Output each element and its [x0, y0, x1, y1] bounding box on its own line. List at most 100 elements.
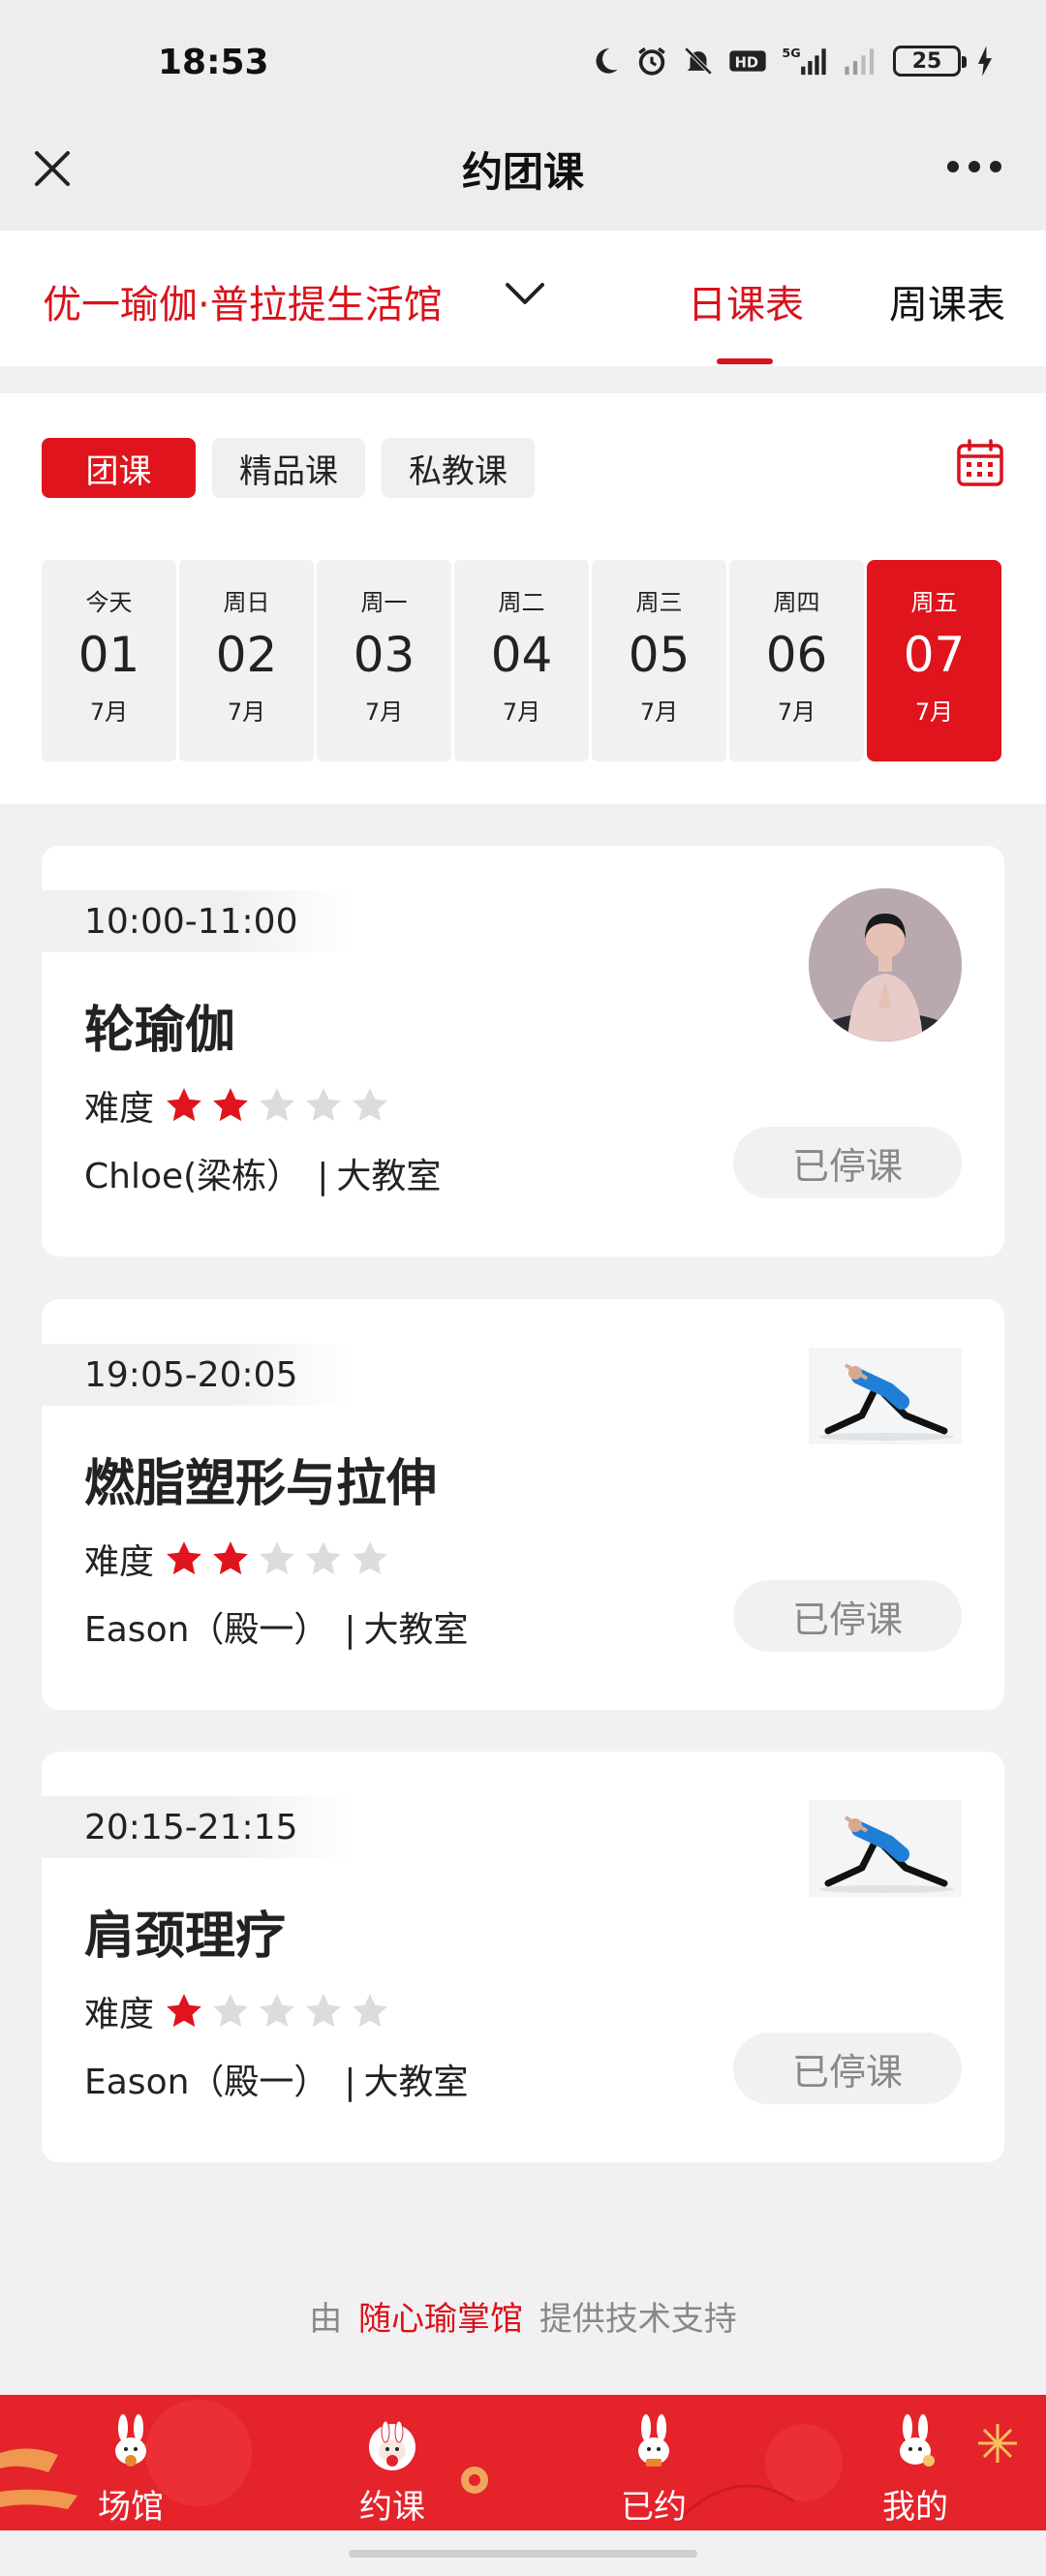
class-status-button[interactable]: 已停课 [733, 1580, 962, 1652]
class-teacher-room: Eason（殿一） | 大教室 [84, 1601, 469, 1652]
tab-day-schedule[interactable]: 日课表 [688, 273, 804, 329]
star-filled-icon [213, 1088, 248, 1122]
date-weekday: 周五 [910, 589, 958, 616]
class-time: 20:15-21:15 [42, 1796, 352, 1858]
date-cell[interactable]: 周一 03 7月 [317, 560, 451, 761]
star-empty-icon [260, 1088, 294, 1122]
star-empty-icon [260, 1541, 294, 1575]
class-thumbnail [809, 1800, 962, 1897]
difficulty-stars [164, 1991, 390, 2032]
teacher-name: Eason（殿一） [84, 1610, 329, 1650]
signal-icon [841, 45, 879, 78]
more-icon[interactable] [947, 157, 1001, 176]
chip-premium-class[interactable]: 精品课 [212, 438, 365, 498]
date-cell[interactable]: 周二 04 7月 [454, 560, 589, 761]
moon-icon [589, 45, 622, 78]
difficulty-label: 难度 [84, 1542, 155, 1582]
rabbit-icon [369, 2420, 415, 2470]
star-empty-icon [213, 1994, 248, 2028]
class-time: 10:00-11:00 [42, 890, 352, 952]
tab-booked[interactable]: 已约 [586, 2395, 722, 2530]
date-day: 05 [628, 627, 691, 683]
date-weekday: 今天 [85, 589, 133, 616]
filter-section: 团课 精品课 私教课 今天 01 7月 周日 02 7月 周一 03 7月 周二 04 7月 周… [0, 393, 1046, 804]
class-title: 燃脂塑形与拉伸 [84, 1455, 438, 1513]
star-filled-icon [167, 1088, 201, 1122]
teacher-avatar [809, 888, 962, 1041]
tab-booking[interactable]: 约课 [324, 2395, 460, 2530]
date-cell[interactable]: 周三 05 7月 [592, 560, 726, 761]
footer-brand-link[interactable]: 随心瑜掌馆 [358, 2300, 523, 2339]
svg-text:5G: 5G [782, 47, 800, 61]
class-difficulty: 难度 [84, 1986, 390, 2036]
star-filled-icon [213, 1541, 248, 1575]
date-cell-selected[interactable]: 周五 07 7月 [867, 560, 1001, 761]
star-empty-icon [306, 1994, 341, 2028]
class-teacher-room: Eason（殿一） | 大教室 [84, 2054, 469, 2104]
signal-5g-icon: 5G [781, 45, 827, 78]
date-day: 01 [77, 627, 140, 683]
date-cell[interactable]: 今天 01 7月 [42, 560, 176, 761]
class-card[interactable]: 20:15-21:15 肩颈理疗 难度 Eason（殿一） | 大教室 已停课 [42, 1752, 1004, 2162]
date-month: 7月 [777, 698, 816, 726]
date-month: 7月 [89, 698, 129, 726]
bottom-tab-bar: 场馆 约课 已约 我的 [0, 2395, 1046, 2530]
date-cell[interactable]: 周四 06 7月 [729, 560, 864, 761]
date-weekday: 周四 [773, 589, 820, 616]
teacher-name: Eason（殿一） [84, 2063, 329, 2102]
date-weekday: 周日 [223, 589, 270, 616]
tab-label: 约课 [359, 2488, 425, 2527]
store-header: 优一瑜伽·普拉提生活馆 日课表 周课表 [0, 231, 1046, 366]
class-teacher-room: Chloe(梁栋） | 大教室 [84, 1148, 441, 1198]
date-month: 7月 [364, 698, 404, 726]
nav-bar: 约团课 [0, 126, 1046, 231]
star-empty-icon [353, 1541, 387, 1575]
svg-text:HD: HD [735, 55, 758, 72]
class-title: 肩颈理疗 [84, 1908, 287, 1966]
store-selector[interactable]: 优一瑜伽·普拉提生活馆 [43, 273, 443, 329]
star-empty-icon [306, 1541, 341, 1575]
calendar-icon[interactable] [955, 438, 1005, 488]
status-bar: 18:53 HD 5G 25 [0, 0, 1046, 126]
date-month: 7月 [914, 698, 954, 726]
room-name: 大教室 [336, 1157, 442, 1196]
class-difficulty: 难度 [84, 1080, 390, 1131]
divider: | [344, 1610, 356, 1650]
battery-indicator: 25 [893, 46, 967, 77]
divider: | [344, 2063, 356, 2102]
class-card[interactable]: 10:00-11:00 轮瑜伽 难度 Chloe(梁栋） | 大教室 已停课 [42, 846, 1004, 1257]
date-month: 7月 [502, 698, 541, 726]
class-thumbnail [809, 1348, 962, 1444]
home-indicator[interactable] [349, 2550, 697, 2558]
difficulty-label: 难度 [84, 1995, 155, 2034]
difficulty-stars [164, 1538, 390, 1579]
class-status-button[interactable]: 已停课 [733, 1127, 962, 1198]
room-name: 大教室 [363, 2063, 469, 2102]
date-cell[interactable]: 周日 02 7月 [179, 560, 314, 761]
date-day: 07 [903, 627, 966, 683]
rabbit-icon [115, 2414, 146, 2467]
teacher-name: Chloe(梁栋） [84, 1157, 302, 1196]
star-empty-icon [353, 1994, 387, 2028]
tab-active-indicator [717, 358, 773, 364]
star-filled-icon [167, 1541, 201, 1575]
status-icons: HD 5G 25 [589, 45, 996, 78]
chevron-down-icon[interactable] [504, 279, 546, 308]
page-title: 约团课 [461, 148, 584, 196]
rabbit-icon [638, 2414, 669, 2467]
tab-profile[interactable]: 我的 [847, 2395, 983, 2530]
date-day: 06 [765, 627, 828, 683]
star-filled-icon [167, 1994, 201, 2028]
star-empty-icon [353, 1088, 387, 1122]
footer-prefix: 由 [309, 2300, 343, 2339]
tab-venue[interactable]: 场馆 [63, 2395, 199, 2530]
chip-private-class[interactable]: 私教课 [382, 438, 535, 498]
charging-icon [974, 45, 996, 78]
tab-week-schedule[interactable]: 周课表 [889, 273, 1005, 329]
chip-group-class[interactable]: 团课 [42, 438, 196, 498]
date-weekday: 周二 [498, 589, 545, 616]
class-status-button[interactable]: 已停课 [733, 2033, 962, 2104]
status-time: 18:53 [158, 43, 269, 82]
class-card[interactable]: 19:05-20:05 燃脂塑形与拉伸 难度 Eason（殿一） | 大教室 已停课 [42, 1299, 1004, 1710]
date-day: 04 [490, 627, 553, 683]
